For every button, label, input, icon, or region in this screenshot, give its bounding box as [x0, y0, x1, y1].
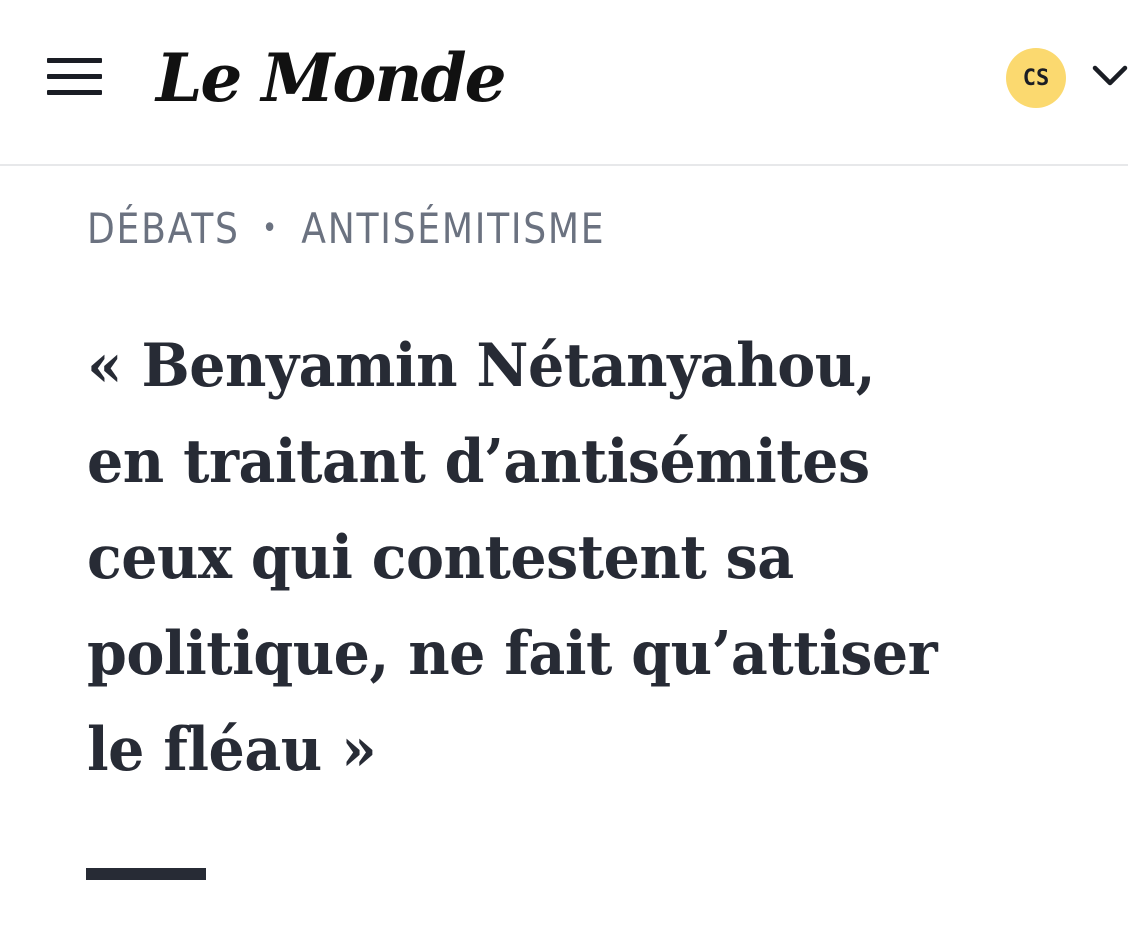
article-title: « Benyamin Nétanyahou, en traitant d’ant…	[87, 331, 938, 785]
breadcrumb: DÉBATS • ANTISÉMITISME	[87, 200, 605, 256]
menu-bar	[47, 58, 102, 63]
site-logo[interactable]: Le Monde	[156, 38, 507, 118]
user-avatar[interactable]: CS	[1006, 48, 1066, 108]
breadcrumb-separator: •	[261, 210, 279, 246]
site-header: Le Monde CS	[0, 0, 1128, 166]
menu-bar	[47, 74, 102, 79]
hamburger-menu-icon[interactable]	[47, 58, 102, 96]
chevron-down-icon[interactable]	[1092, 62, 1128, 92]
title-divider	[86, 868, 206, 880]
article-page: Le Monde CS DÉBATS • ANTISÉMITISME « Ben…	[0, 0, 1128, 942]
breadcrumb-section-link[interactable]: DÉBATS	[87, 204, 240, 253]
menu-bar	[47, 90, 102, 95]
breadcrumb-topic-link[interactable]: ANTISÉMITISME	[301, 204, 605, 253]
